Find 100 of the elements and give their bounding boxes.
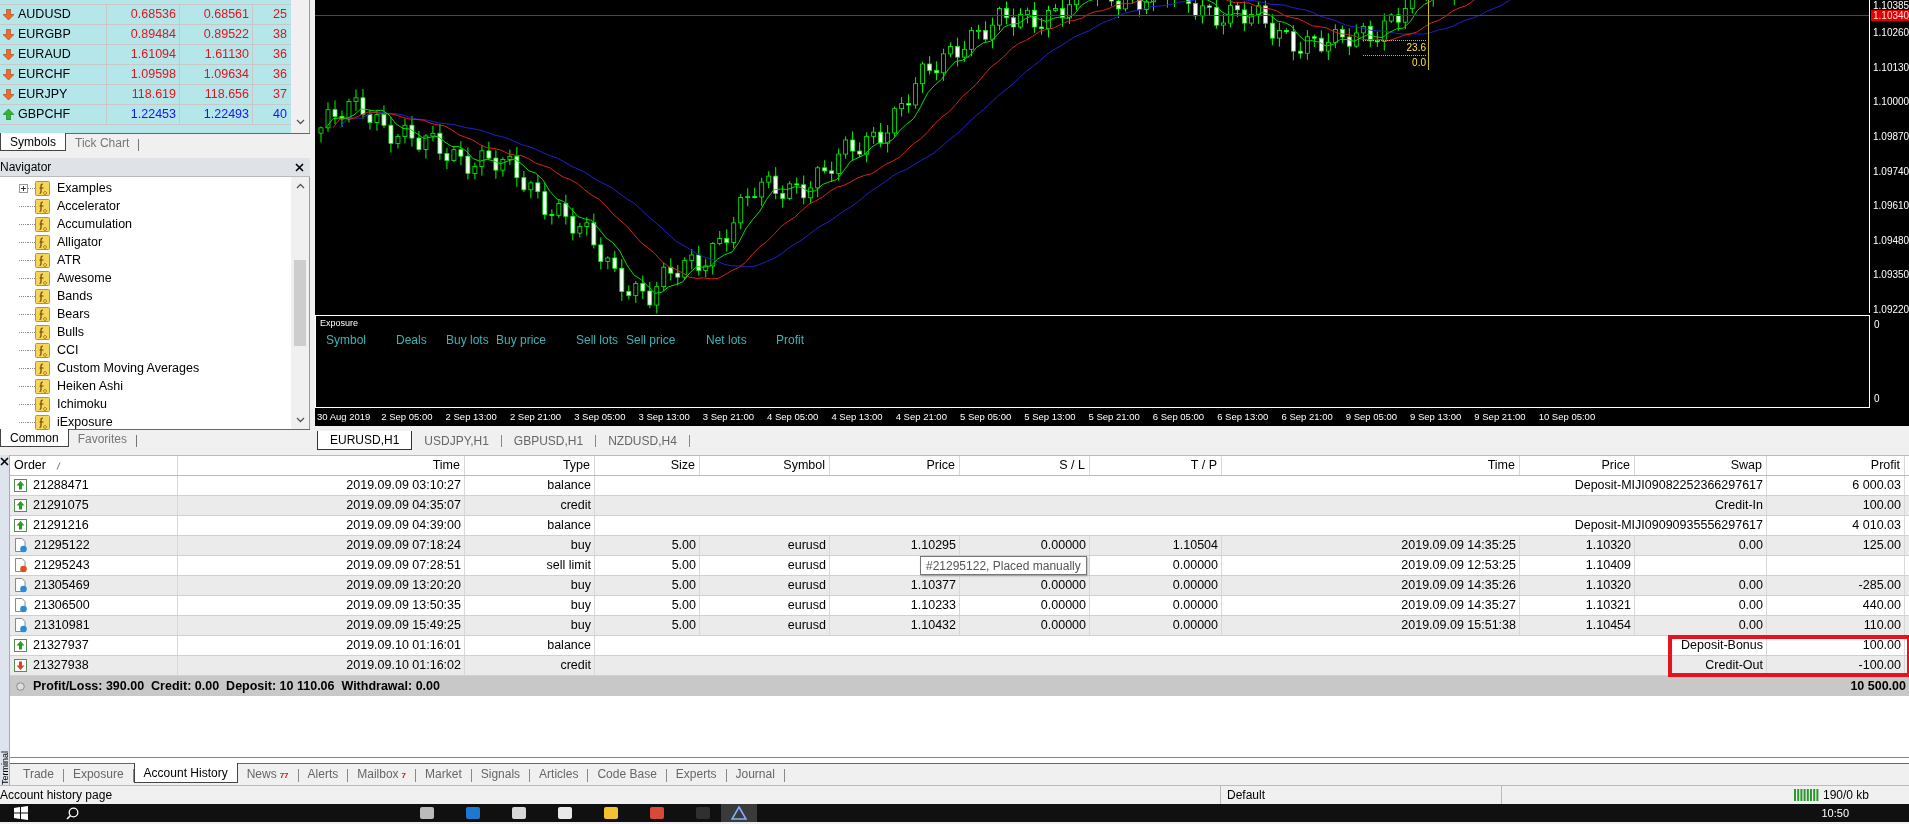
symbol-name[interactable]: EURAUD <box>18 45 71 64</box>
tab[interactable]: Trade <box>14 764 63 784</box>
tree-item[interactable]: ATR <box>57 250 82 270</box>
table-cell-text: 5.00 <box>671 537 696 555</box>
tab[interactable]: Alerts <box>298 764 348 784</box>
tree-item[interactable]: Alligator <box>57 232 103 252</box>
tab[interactable]: Favorites <box>68 430 137 448</box>
symbol-name[interactable]: EURCHF <box>18 65 71 84</box>
tree-item[interactable]: Bands <box>57 286 93 306</box>
tree-item[interactable]: iExposure <box>57 412 113 432</box>
tab[interactable]: Market <box>416 764 471 784</box>
column-header[interactable]: Price <box>926 456 955 475</box>
tab[interactable]: Common <box>0 429 69 447</box>
time-label: 9 Sep 05:00 <box>1345 409 1398 424</box>
chart-tab[interactable]: USDJPY,H1 <box>412 431 501 450</box>
column-header[interactable]: T / P <box>1190 456 1217 475</box>
price-label: 1.09220 <box>1873 304 1909 315</box>
column-header[interactable]: S / L <box>1059 456 1085 475</box>
tab[interactable]: Experts <box>666 764 726 784</box>
symbol-name[interactable]: EURJPY <box>18 85 68 104</box>
fibonacci-label: 0.0 <box>1363 55 1426 70</box>
tab[interactable]: Tick Chart <box>66 134 139 152</box>
chart-tab[interactable]: NZDUSD,H4 <box>596 431 689 450</box>
scroll-up-icon[interactable] <box>295 183 305 189</box>
time-label: 4 Sep 05:00 <box>767 409 820 424</box>
tab[interactable]: Journal <box>726 764 784 784</box>
price-label: 1.10000 <box>1873 96 1909 107</box>
table-row[interactable]: 21291075 2019.09.09 04:35:07 credit Credit-In 100.00 <box>10 496 1909 516</box>
table-row[interactable]: 21306500 2019.09.09 13:50:35 buy 5.00 eurusd 1.10233 0.00000 0.00000 2019.09.09 14:35:27 1.10321 0.00 440.00 <box>10 596 1909 616</box>
table-cell-text: 6 000.03 <box>1852 477 1901 495</box>
table-cell-text: 0.00000 <box>1172 577 1218 595</box>
tree-item[interactable]: Custom Moving Averages <box>57 358 200 378</box>
tree-item[interactable]: Heiken Ashi <box>57 376 123 396</box>
scrollbar-thumb[interactable] <box>294 260 306 346</box>
table-cell-text: 2019.09.09 15:51:38 <box>1401 617 1516 635</box>
tab[interactable]: Account History <box>133 763 238 783</box>
tree-item[interactable]: CCI <box>57 340 79 360</box>
column-header[interactable]: Price <box>1601 456 1630 475</box>
tree-item[interactable]: Accelerator <box>57 196 121 216</box>
column-header: Symbol <box>326 332 367 349</box>
table-cell-text: 100.00 <box>1862 637 1901 655</box>
tooltip: #21295122, Placed manually <box>920 556 1087 575</box>
indicator-icon <box>35 252 50 268</box>
table-row[interactable]: 21305469 2019.09.09 13:20:20 buy 5.00 eurusd 1.10377 0.00000 0.00000 2019.09.09 14:35:26 1.10320 0.00 -285.00 <box>10 576 1909 596</box>
status-message: Account history page <box>0 787 114 804</box>
table-row[interactable]: 21295122 2019.09.09 07:18:24 buy 5.00 eurusd 1.10295 0.00000 1.10504 2019.09.09 14:35:25 1.10320 0.00 125.00 <box>10 536 1909 556</box>
table-row[interactable]: 21288471 2019.09.09 03:10:27 balance Deposit-MIJI09082252366297617 6 000.03 <box>10 476 1909 496</box>
scrollbar[interactable] <box>291 177 309 429</box>
scroll-down-icon[interactable] <box>295 417 305 423</box>
tree-item[interactable]: Bears <box>57 304 90 324</box>
column-header[interactable]: Time <box>1487 456 1515 475</box>
windows-logo-icon[interactable] <box>14 806 28 820</box>
symbol-name[interactable]: EURGBP <box>18 25 71 44</box>
search-icon[interactable] <box>66 806 79 820</box>
time-label: 6 Sep 21:00 <box>1281 409 1334 424</box>
scroll-down-icon[interactable] <box>295 119 305 125</box>
table-cell-text: 0.00000 <box>1040 537 1086 555</box>
ask-price: 1.22493 <box>203 106 249 124</box>
tab[interactable]: Symbols <box>0 133 66 151</box>
tree-item[interactable]: Examples <box>57 178 112 198</box>
table-row[interactable]: 21327937 2019.09.10 01:16:01 balance Deposit-Bonus 100.00 <box>10 636 1909 656</box>
table-cell-text: buy <box>570 617 591 635</box>
symbol-name[interactable]: GBPCHF <box>18 105 71 124</box>
tree-item[interactable]: Bulls <box>57 322 85 342</box>
tree-item[interactable]: Accumulation <box>57 214 133 234</box>
column-header[interactable]: Profit <box>1870 456 1900 475</box>
table-row[interactable]: 21327938 2019.09.10 01:16:02 credit Credit-Out -100.00 <box>10 656 1909 676</box>
table-row[interactable]: 21310981 2019.09.09 15:49:25 buy 5.00 eurusd 1.10432 0.00000 0.00000 2019.09.09 15:51:38 1.10454 0.00 110.00 <box>10 616 1909 636</box>
close-icon[interactable] <box>0 457 9 466</box>
sort-icon[interactable] <box>55 461 61 470</box>
column-header[interactable]: Type <box>562 456 590 475</box>
tab[interactable]: Articles <box>530 764 588 784</box>
tab[interactable]: Code Base <box>588 764 666 784</box>
connection-bars-icon <box>1793 789 1820 801</box>
ask-price: 1.09634 <box>203 66 249 84</box>
indicator-icon <box>35 270 50 286</box>
close-icon[interactable] <box>295 162 304 172</box>
column-header[interactable]: Swap <box>1730 456 1762 475</box>
scrollbar[interactable] <box>291 0 309 133</box>
order-number: 21288471 <box>33 477 89 495</box>
column-header[interactable]: Time <box>432 456 460 475</box>
tree-item[interactable]: Awesome <box>57 268 112 288</box>
fibonacci-label: 23.6 <box>1363 40 1426 55</box>
time-label: 3 Sep 13:00 <box>638 409 691 424</box>
chart-tab[interactable]: GBPUSD,H1 <box>501 431 596 450</box>
table-cell-text: 0.00 <box>1738 577 1763 595</box>
chart-tab[interactable]: EURUSD,H1 <box>317 431 413 450</box>
tab[interactable]: Signals <box>471 764 530 784</box>
table-row[interactable]: 21291216 2019.09.09 04:39:00 balance Deposit-MIJI09090935556297617 4 010.03 <box>10 516 1909 536</box>
expand-icon[interactable] <box>19 183 28 193</box>
symbol-name[interactable]: AUDUSD <box>18 5 71 24</box>
tab[interactable]: Exposure <box>63 764 133 784</box>
spread-value: 40 <box>273 106 287 124</box>
table-cell-text: credit <box>560 657 591 675</box>
time-label: 6 Sep 05:00 <box>1152 409 1206 424</box>
column-header[interactable]: Symbol <box>783 456 825 475</box>
table-cell-text: 1.10504 <box>1172 537 1218 555</box>
tree-item[interactable]: Ichimoku <box>57 394 108 414</box>
column-header[interactable]: Order <box>14 456 46 475</box>
column-header[interactable]: Size <box>670 456 695 475</box>
